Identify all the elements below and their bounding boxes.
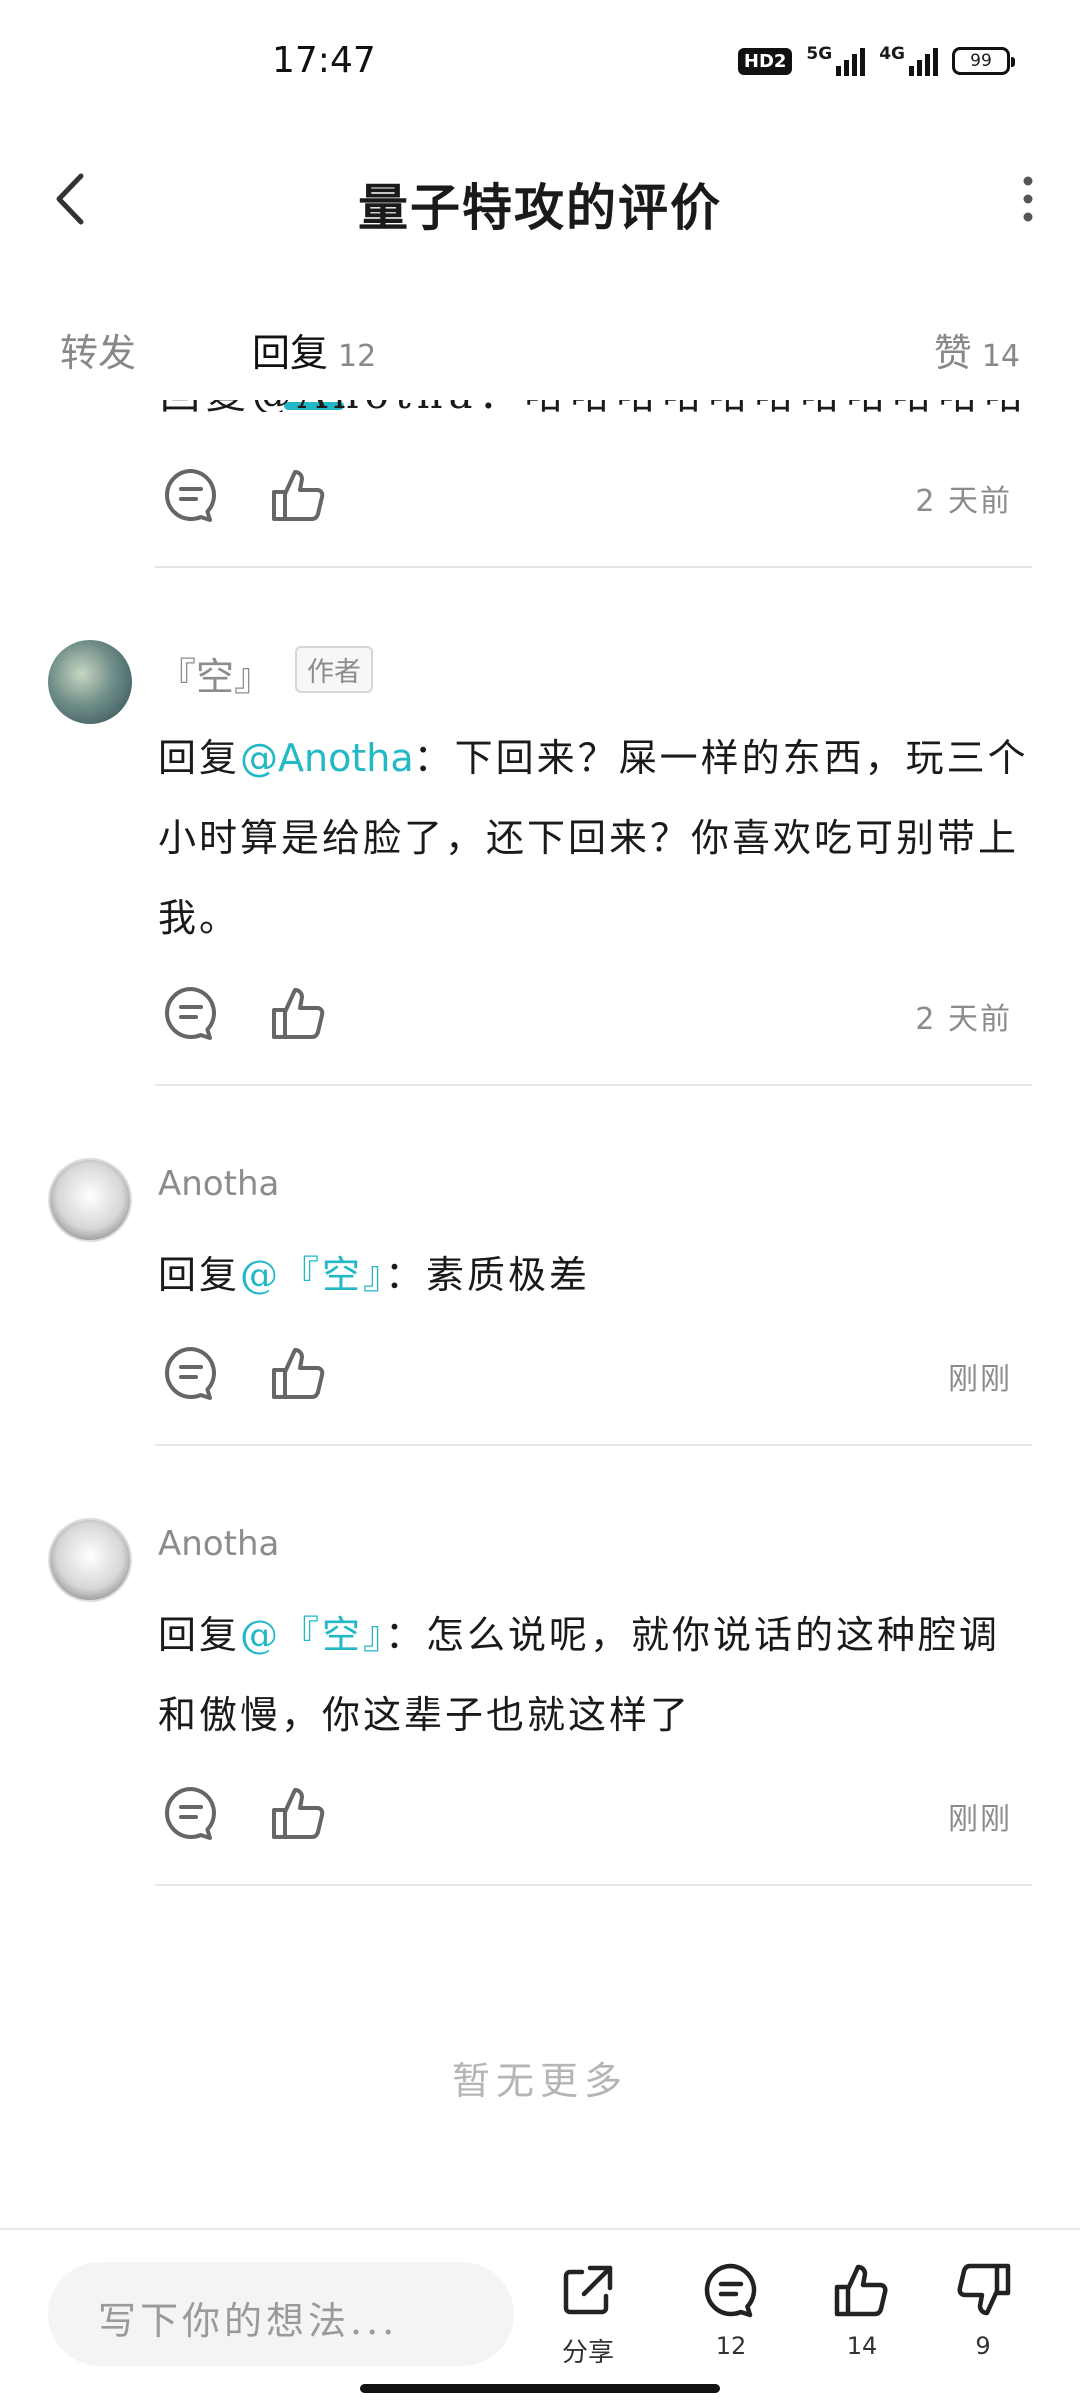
dislike-count: 9 <box>975 2332 991 2360</box>
mention-link[interactable]: @『空』 <box>240 1613 385 1657</box>
more-button[interactable] <box>998 164 1058 234</box>
status-time: 17:47 <box>272 40 376 81</box>
comment-icon <box>165 469 216 522</box>
signal-4g-icon: 4G <box>879 46 938 76</box>
divider <box>155 1084 1032 1086</box>
status-bar: 17:47 HD2 5G 4G 99 <box>0 0 1080 130</box>
tab-like-count: 14 <box>981 339 1020 374</box>
avatar[interactable] <box>48 640 132 724</box>
like-comment-button[interactable] <box>268 1782 330 1844</box>
page-title: 量子特攻的评价 <box>358 178 722 237</box>
reply-prefix: 回复 <box>158 736 241 780</box>
share-button[interactable]: 分享 <box>538 2258 638 2378</box>
share-label: 分享 <box>561 2338 614 2368</box>
comment-body: 回复@『空』：怎么说呢，就你说话的这种腔调和傲慢，你这辈子也就这样了 <box>158 1595 1040 1755</box>
comment-body: 回复@Anotha：下回来？屎一样的东西，玩三个小时算是给脸了，还下回来？你喜欢… <box>158 718 1040 958</box>
comment-icon <box>165 987 216 1040</box>
thumbs-up-icon <box>272 988 325 1039</box>
comment-author[interactable]: Anotha <box>158 1164 279 1204</box>
thumbs-up-icon <box>834 2264 888 2317</box>
comment-timestamp: 刚刚 <box>948 1802 1012 1837</box>
comment-timestamp: 2 天前 <box>915 484 1012 519</box>
mention-link[interactable]: @『空』 <box>240 1253 385 1297</box>
author-badge: 作者 <box>295 646 373 693</box>
tab-forward-label: 转发 <box>60 331 137 375</box>
avatar[interactable] <box>48 1518 132 1602</box>
battery-icon: 99 <box>952 47 1015 75</box>
tab-reply-label: 回复 <box>252 331 329 375</box>
header: 量子特攻的评价 <box>0 140 1080 260</box>
comment-actions: 刚刚 <box>160 1332 1030 1412</box>
tab-forward[interactable]: 转发 <box>60 322 136 377</box>
thumbs-up-icon <box>272 470 325 521</box>
comment-icon <box>165 1787 216 1840</box>
like-comment-button[interactable] <box>268 464 330 526</box>
bottom-action-bar: 写下你的想法... 分享 12 14 9 <box>0 2228 1080 2400</box>
partial-comment-text: 回复@Anotha：哈哈哈哈哈哈哈哈哈哈哈哈 <box>160 400 1020 412</box>
no-more-text: 暂无更多 <box>451 2059 628 2103</box>
divider <box>155 1444 1032 1446</box>
thumbs-down-icon <box>957 2263 1011 2316</box>
comment-author[interactable]: Anotha <box>158 1524 279 1564</box>
comment-timestamp: 刚刚 <box>948 1362 1012 1397</box>
hd-icon: HD2 <box>737 47 793 75</box>
share-icon <box>563 2265 613 2315</box>
home-indicator[interactable] <box>360 2384 720 2393</box>
comment-icon <box>704 2263 757 2318</box>
comment-actions: 刚刚 <box>160 1772 1030 1852</box>
like-count: 14 <box>846 2332 878 2360</box>
tab-like[interactable]: 赞 14 <box>934 322 1020 377</box>
partial-comment-line: 回复@Anotha：哈哈哈哈哈哈哈哈哈哈哈哈 <box>160 400 1020 412</box>
network-label-4g: 4G <box>879 44 905 64</box>
like-comment-button[interactable] <box>268 982 330 1044</box>
tab-reply-count: 12 <box>338 339 377 374</box>
comment-count: 12 <box>715 2332 747 2360</box>
like-button[interactable]: 14 <box>812 2258 912 2378</box>
signal-5g-icon: 5G <box>806 44 866 76</box>
reply-comment-button[interactable] <box>160 464 222 526</box>
comment-actions: 2 天前 <box>160 454 1030 534</box>
comment-icon <box>165 1347 216 1400</box>
mention-link[interactable]: @Anotha <box>240 736 414 780</box>
reply-comment-button[interactable] <box>160 1342 222 1404</box>
comment-author[interactable]: 『空』 <box>158 646 272 701</box>
comment-body: 回复@『空』：素质极差 <box>158 1235 1040 1315</box>
reply-list[interactable]: 回复@Anotha：哈哈哈哈哈哈哈哈哈哈哈哈 2 天前 『空』 作者 回复@An… <box>0 400 1080 2230</box>
like-comment-button[interactable] <box>268 1342 330 1404</box>
reply-comment-button[interactable] <box>160 982 222 1044</box>
status-icons: HD2 5G 4G 99 <box>737 44 1015 76</box>
dislike-button[interactable]: 9 <box>933 2258 1033 2378</box>
thumbs-up-icon <box>272 1348 325 1399</box>
comment-actions: 2 天前 <box>160 972 1030 1052</box>
tab-bar: 转发 回复 12 赞 14 <box>0 310 1080 410</box>
comment-timestamp: 2 天前 <box>915 1002 1012 1037</box>
comment-text: ：素质极差 <box>385 1253 591 1297</box>
comment-button[interactable]: 12 <box>681 2258 781 2378</box>
reply-prefix: 回复 <box>158 1613 241 1657</box>
comment-input[interactable]: 写下你的想法... <box>48 2262 514 2366</box>
comment-input-placeholder: 写下你的想法... <box>98 2299 399 2343</box>
reply-prefix: 回复 <box>158 1253 241 1297</box>
thumbs-up-icon <box>272 1788 325 1839</box>
tab-reply[interactable]: 回复 12 <box>252 322 376 377</box>
divider <box>155 1884 1032 1886</box>
tab-like-label: 赞 <box>933 331 972 375</box>
more-vertical-icon <box>1023 176 1033 222</box>
divider <box>155 566 1032 568</box>
network-label-5g: 5G <box>806 44 833 64</box>
avatar[interactable] <box>48 1158 132 1242</box>
reply-comment-button[interactable] <box>160 1782 222 1844</box>
